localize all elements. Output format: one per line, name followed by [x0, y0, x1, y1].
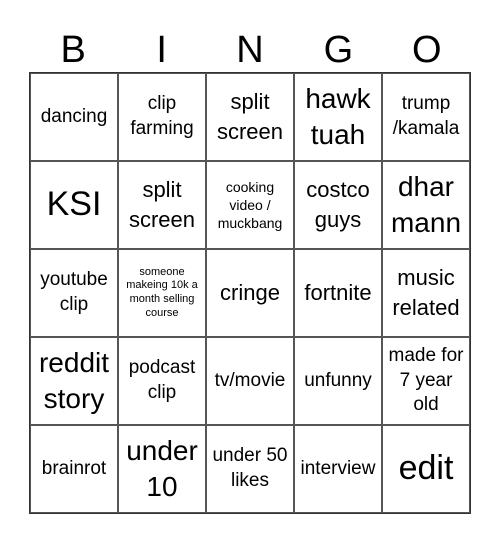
bingo-board: dancing clip farming split screen hawk tuah… [29, 72, 471, 514]
bingo-cell[interactable]: edit [382, 425, 470, 513]
bingo-cell[interactable]: dhar mann [382, 161, 470, 249]
bingo-cell[interactable]: tv/movie [206, 337, 294, 425]
header-letter-n: N [236, 29, 264, 71]
bingo-cell[interactable]: brainrot [30, 425, 118, 513]
bingo-cell[interactable]: fortnite [294, 249, 382, 337]
bingo-cell[interactable]: someone makeing 10k a month selling cour… [118, 249, 206, 337]
bingo-cell[interactable]: trump /kamala [382, 73, 470, 161]
bingo-cell[interactable]: made for 7 year old [382, 337, 470, 425]
header-letter-o: O [412, 29, 442, 71]
bingo-cell[interactable]: split screen [118, 161, 206, 249]
header-letter-i: I [156, 29, 167, 71]
bingo-cell[interactable]: split screen [206, 73, 294, 161]
bingo-cell[interactable]: hawk tuah [294, 73, 382, 161]
bingo-cell[interactable]: podcast clip [118, 337, 206, 425]
header-letter-b: B [60, 29, 86, 71]
header-letter-g: G [323, 29, 354, 71]
bingo-cell[interactable]: dancing [30, 73, 118, 161]
bingo-cell[interactable]: cooking video / muckbang [206, 161, 294, 249]
bingo-cell[interactable]: reddit story [30, 337, 118, 425]
bingo-cell[interactable]: under 10 [118, 425, 206, 513]
bingo-cell[interactable]: unfunny [294, 337, 382, 425]
bingo-cell[interactable]: under 50 likes [206, 425, 294, 513]
bingo-cell[interactable]: cringe [206, 249, 294, 337]
bingo-header: B I N G O [29, 28, 471, 72]
bingo-cell[interactable]: costco guys [294, 161, 382, 249]
bingo-cell[interactable]: interview [294, 425, 382, 513]
bingo-cell[interactable]: music related [382, 249, 470, 337]
bingo-cell[interactable]: clip farming [118, 73, 206, 161]
bingo-cell[interactable]: youtube clip [30, 249, 118, 337]
bingo-cell[interactable]: KSI [30, 161, 118, 249]
